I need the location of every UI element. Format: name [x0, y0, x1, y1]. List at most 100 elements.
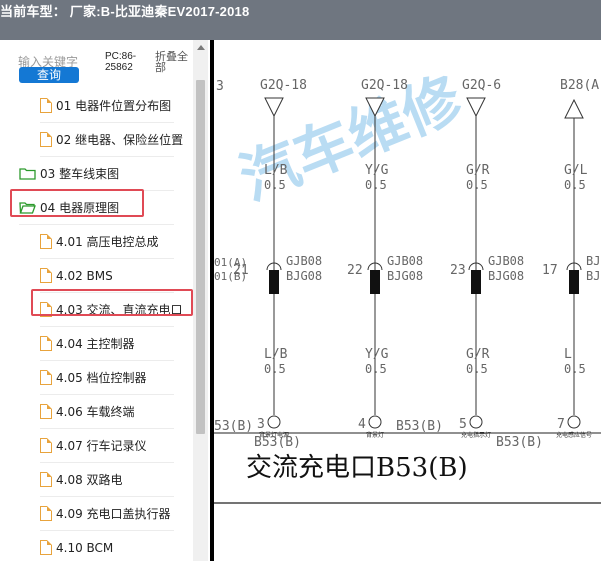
- pin-number: 22: [347, 263, 363, 278]
- terminal-circle: [567, 415, 581, 429]
- wire-gauge-label: 0.5: [466, 178, 488, 192]
- connector-block: [269, 270, 279, 294]
- connector-block: [569, 270, 579, 294]
- wire-color-label: L/B: [264, 163, 288, 178]
- tree-item[interactable]: 4.08 双路电: [40, 463, 174, 497]
- document-icon: [40, 437, 53, 453]
- pin-number: 17: [542, 263, 558, 278]
- terminal-circle: [267, 415, 281, 429]
- wire-color-label-lower: L: [564, 347, 572, 362]
- tree-item[interactable]: 4.07 行车记录仪: [40, 429, 174, 463]
- tree-item[interactable]: 03 整车线束图: [19, 157, 174, 191]
- connector-ref-top: GJB08: [387, 254, 423, 268]
- scroll-up-arrow-icon[interactable]: [197, 45, 205, 50]
- terminal-tiny-label: 充电指示灯: [461, 431, 491, 439]
- terminal-tiny-label: 背景灯: [366, 431, 384, 439]
- wire-color-label: Y/G: [365, 163, 389, 178]
- tree-item[interactable]: 01 电器件位置分布图: [40, 89, 174, 123]
- connector-ref-top: BJ: [586, 254, 600, 268]
- tree-item[interactable]: 4.10 BCM: [40, 531, 174, 561]
- wire-color-label-lower: L/B: [264, 347, 288, 362]
- tree-item[interactable]: 4.06 车载终端: [40, 395, 174, 429]
- connector-block: [471, 270, 481, 294]
- document-icon: [40, 471, 53, 487]
- ground-triangle-icon: [466, 97, 486, 118]
- tree-item[interactable]: 4.09 充电口盖执行器: [40, 497, 174, 531]
- terminal-circle: [368, 415, 382, 429]
- wire-color-label-lower: Y/G: [365, 347, 389, 362]
- tree-item-label: 02 继电器、保险丝位置: [56, 133, 184, 147]
- connector-ref-top: GJB08: [286, 254, 322, 268]
- b53-label-3: B53(B): [496, 435, 543, 450]
- document-icon: [40, 267, 53, 283]
- terminal-tiny-label: 充电感应信号: [556, 431, 592, 439]
- ground-triangle-icon: [564, 98, 584, 119]
- wire-gauge-label-lower: 0.5: [466, 362, 488, 376]
- highlight-box-403: [31, 289, 193, 316]
- connector-ref-bottom: BJG08: [387, 269, 423, 283]
- document-icon: [40, 131, 53, 147]
- tree-item-label: 4.04 主控制器: [56, 337, 135, 351]
- end-pin-number: 5: [459, 417, 467, 432]
- tree-item[interactable]: 02 继电器、保险丝位置: [40, 123, 183, 157]
- pin-number: 21: [233, 263, 249, 278]
- tree-item-label: 4.05 档位控制器: [56, 371, 147, 385]
- b53-first-label: 53(B): [214, 419, 253, 434]
- wire-color-label-lower: G/R: [466, 347, 490, 362]
- document-icon: [40, 97, 53, 113]
- connector-top-label: G2Q-18: [361, 78, 408, 93]
- pin-number: 23: [450, 263, 466, 278]
- tree-item[interactable]: 4.04 主控制器: [40, 327, 174, 361]
- sidebar-tree-panel: 输入关键字 查询 PC:86-25862 折叠全部 01 电器件位置分布图 02 …: [0, 40, 210, 561]
- wire-color-label: G/L: [564, 163, 588, 178]
- tree-item[interactable]: 4.05 档位控制器: [40, 361, 174, 395]
- tree-item-label: 03 整车线束图: [40, 167, 120, 181]
- wire-gauge-label: 0.5: [365, 178, 387, 192]
- tree-item-label: 4.10 BCM: [56, 540, 114, 555]
- wire-color-label: G/R: [466, 163, 490, 178]
- tree-item-label: 4.02 BMS: [56, 268, 113, 283]
- wire-gauge-label-lower: 0.5: [365, 362, 387, 376]
- query-button[interactable]: 查询: [19, 67, 79, 83]
- tree-item-label: 4.09 充电口盖执行器: [56, 507, 171, 521]
- document-icon: [40, 539, 53, 555]
- document-icon: [40, 369, 53, 385]
- connector-top-label: G2Q-18: [260, 78, 307, 93]
- wiring-diagram-view[interactable]: 汽车维修 3 01(A) 01(B) G2Q-18 L/B 0.5 21 GJB08 BJ…: [214, 40, 601, 561]
- sidebar-scrollbar[interactable]: [193, 40, 208, 561]
- window-title: 当前车型： 厂家:B-比亚迪秦EV2017-2018: [0, 4, 250, 19]
- tree-item-label: 4.01 高压电控总成: [56, 235, 159, 249]
- collapse-all-button[interactable]: 折叠全部: [155, 51, 195, 73]
- end-pin-number: 7: [557, 417, 565, 432]
- b53-label-1: B53(B): [254, 435, 301, 450]
- b53-label-2: B53(B): [396, 419, 443, 434]
- document-icon: [40, 505, 53, 521]
- tree-item-label: 01 电器件位置分布图: [56, 99, 172, 113]
- wire-gauge-label: 0.5: [264, 178, 286, 192]
- document-icon: [40, 335, 53, 351]
- document-icon: [40, 233, 53, 249]
- scrollbar-thumb[interactable]: [196, 80, 205, 434]
- end-pin-number: 4: [358, 417, 366, 432]
- tree-item-label: 4.07 行车记录仪: [56, 439, 147, 453]
- highlight-box-04: [10, 189, 144, 217]
- folder-icon: [19, 168, 36, 180]
- tree-item[interactable]: 4.01 高压电控总成: [40, 225, 174, 259]
- connector-ref-bottom: BJG08: [488, 269, 524, 283]
- connector-top-label: G2Q-6: [462, 78, 501, 93]
- pc-version-label: PC:86-25862: [105, 51, 137, 73]
- tree-item[interactable]: 4.02 BMS: [40, 259, 174, 293]
- tree-item-label: 4.06 车载终端: [56, 405, 135, 419]
- ground-triangle-icon: [264, 97, 284, 118]
- wire-gauge-label-lower: 0.5: [564, 362, 586, 376]
- window-titlebar: 当前车型： 厂家:B-比亚迪秦EV2017-2018: [0, 0, 601, 40]
- wiring-diagram-svg: 汽车维修 3 01(A) 01(B) G2Q-18L/B0.521GJB08BJ…: [214, 63, 601, 504]
- edge-top-label: 3: [216, 79, 224, 94]
- document-icon: [40, 403, 53, 419]
- connector-ref-bottom: BJ: [586, 269, 600, 283]
- terminal-circle: [469, 415, 483, 429]
- connector-top-label: B28(A): [560, 78, 601, 93]
- connector-ref-bottom: BJG08: [286, 269, 322, 283]
- wire-gauge-label-lower: 0.5: [264, 362, 286, 376]
- wire-gauge-label: 0.5: [564, 178, 586, 192]
